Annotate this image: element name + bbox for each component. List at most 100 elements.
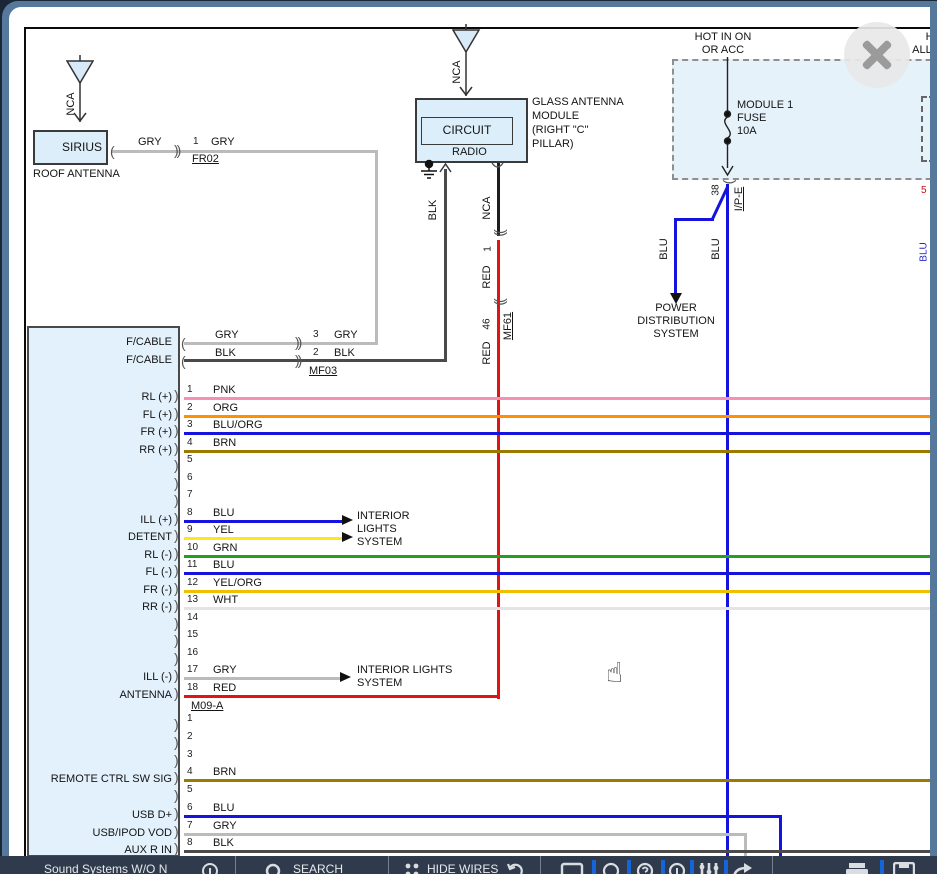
pin-notch: ) (174, 651, 179, 665)
pin-label: DETENT (38, 531, 172, 544)
circuit-label: CIRCUIT (421, 124, 513, 137)
sirius-nca-label: NCA (65, 92, 77, 115)
wire-gry-sirius (111, 150, 378, 153)
wire-color-label: GRY (213, 664, 237, 677)
ipe-connector-link[interactable]: I/P-E (733, 187, 745, 211)
mf03-splice-2: )) (295, 353, 300, 367)
interior-lights1-2: LIGHTS (357, 523, 397, 536)
wire-color-label: PNK (213, 384, 236, 397)
pin-number: 16 (187, 647, 198, 659)
pin-label: REMOTE CTRL SW SIG (38, 773, 172, 786)
fuse-name: MODULE 1 (737, 99, 793, 112)
mf03-blk-left: BLK (215, 347, 236, 360)
fuse-rating: 10A (737, 125, 757, 138)
wire-blk-vert (444, 169, 447, 362)
wire-color-label: ORG (213, 402, 238, 415)
search-icon[interactable] (265, 862, 283, 874)
sirius-wire-color: GRY (138, 136, 162, 149)
pin-number: 3 (187, 419, 193, 431)
pin-notch: ) (174, 563, 179, 577)
wire (184, 432, 930, 435)
pin-number: 9 (187, 524, 193, 536)
mf03-splice-1: )) (295, 335, 300, 349)
equalizer-icon[interactable] (698, 861, 720, 874)
pin-notch: ) (174, 668, 179, 682)
pin-number: 8 (187, 837, 193, 849)
pin-number: 5 (187, 784, 193, 796)
info-circle-icon[interactable] (668, 862, 688, 874)
save-icon[interactable] (893, 862, 915, 874)
interior-lights2-1: INTERIOR LIGHTS (357, 664, 452, 677)
pin-number: 11 (187, 559, 197, 571)
wire-color-label: BRN (213, 766, 236, 779)
info-icon[interactable] (202, 862, 218, 874)
red-splice-1: (( (492, 231, 506, 236)
help-circle-icon[interactable] (636, 862, 656, 874)
pin-notch: ) (174, 581, 179, 595)
mf03-blk-right: BLK (334, 347, 355, 360)
pin-notch: ) (174, 616, 179, 630)
toolbar-divider (772, 856, 773, 874)
hand-cursor-icon: ☝ (606, 656, 623, 689)
fcable-cup-1: ( (181, 336, 186, 350)
toolbar-divider (540, 856, 541, 874)
monitor-icon[interactable] (560, 862, 584, 874)
pin-number: 7 (187, 489, 193, 501)
pin-number: 17 (187, 664, 198, 676)
edge-fragment-2: BLU (919, 242, 930, 261)
blu-branch-label: BLU (658, 238, 670, 259)
zoom-icon[interactable] (602, 862, 622, 874)
pin-number: 6 (187, 802, 193, 814)
pin-notch: ) (174, 686, 179, 700)
pin-notch: ) (174, 788, 179, 802)
hide-wires-button[interactable]: HIDE WIRES (427, 862, 498, 874)
wire-gry-vert (375, 150, 378, 345)
toolbar-blue-separator (592, 860, 596, 874)
edge-header-1: HOT AT (905, 31, 930, 44)
pin-label: FL (-) (38, 566, 172, 579)
pin-label: RR (+) (38, 444, 172, 457)
wire-color-label: BLU (213, 802, 234, 815)
printer-icon[interactable] (845, 862, 869, 874)
close-button[interactable] (844, 22, 910, 88)
fr02-wire-color: GRY (211, 136, 235, 149)
wire (184, 415, 930, 418)
red-splice-2: (( (492, 300, 506, 305)
wire-color-label: BLU (213, 559, 234, 572)
bottom-toolbar: Sound Systems W/O N SEARCH HIDE WIRES (0, 856, 937, 874)
wire (184, 607, 930, 610)
toolbar-blue-separator (880, 860, 884, 874)
wire (184, 677, 340, 680)
mf03-connector-link[interactable]: MF03 (309, 365, 337, 378)
wire (184, 555, 930, 558)
wires-dots-icon[interactable] (404, 861, 422, 874)
pin-notch: ) (174, 806, 179, 820)
pin-label: ILL (-) (38, 671, 172, 684)
pin-notch: ) (174, 388, 179, 402)
mf61-connector-link[interactable]: MF61 (502, 312, 514, 340)
fr02-splice: )) (174, 143, 179, 157)
search-button[interactable]: SEARCH (293, 862, 343, 874)
fr02-connector-link[interactable]: FR02 (192, 153, 219, 166)
pin-notch: ) (174, 441, 179, 455)
wire-color-label: BLK (213, 837, 234, 850)
glass-module-caption-1: GLASS ANTENNA (532, 96, 624, 110)
pin-notch: ) (174, 493, 179, 507)
power-dist-3: SYSTEM (626, 328, 726, 341)
pin-notch: ) (174, 841, 179, 855)
blk-wire-label: BLK (427, 200, 439, 221)
fuse-out-pin: 38 (711, 184, 722, 195)
roof-antenna-caption: ROOF ANTENNA (33, 168, 120, 181)
glass-module-caption-3: (RIGHT "C" (532, 124, 589, 138)
nca-drop-label: NCA (481, 196, 493, 219)
m09a-connector-link[interactable]: M09-A (191, 700, 223, 713)
toolbar-blue-separator (627, 860, 631, 874)
pin-notch: ) (174, 528, 179, 542)
pin-number: 4 (187, 766, 193, 778)
fcable-label-1: F/CABLE (40, 336, 172, 349)
pin-number: 2 (187, 731, 193, 743)
share-icon[interactable] (731, 861, 755, 874)
undo-icon[interactable] (506, 861, 526, 874)
pin-number: 1 (187, 713, 193, 725)
wire (184, 397, 930, 400)
